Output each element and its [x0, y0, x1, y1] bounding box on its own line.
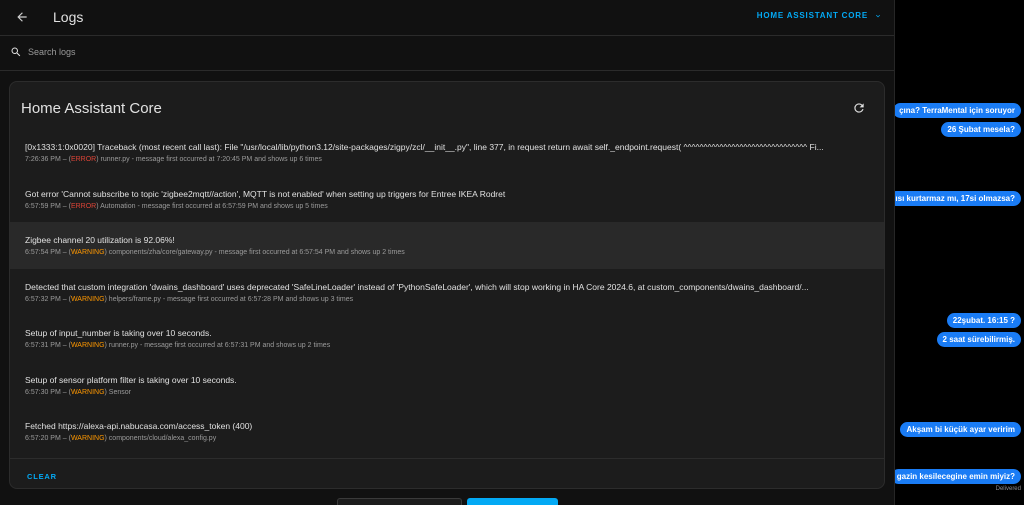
chat-bubble: gazin kesilecegine emin miyiz? — [895, 469, 1021, 484]
logs-panel: Logs HOME ASSISTANT CORE Home Assistant … — [0, 0, 894, 505]
log-entry[interactable]: Fetched https://alexa-api.nabucasa.com/a… — [10, 408, 884, 455]
chevron-down-icon — [876, 14, 880, 17]
log-meta: 7:26:36 PM – (ERROR) runner.py - message… — [25, 156, 322, 163]
log-meta: 6:57:20 PM – (WARNING) components/cloud/… — [25, 435, 217, 442]
chat-bubble: 22şubat. 16:15 ? — [946, 313, 1021, 328]
log-message: Setup of input_number is taking over 10 … — [25, 328, 212, 338]
download-logs-button[interactable] — [467, 498, 558, 505]
log-source: helpers/frame.py — [108, 295, 161, 303]
log-message: Fetched https://alexa-api.nabucasa.com/a… — [25, 421, 253, 431]
log-source-dropdown[interactable]: HOME ASSISTANT CORE — [757, 11, 882, 20]
chat-bubble: 26 Şubat mesela? — [941, 122, 1021, 137]
log-message: Got error 'Cannot subscribe to topic 'zi… — [25, 188, 506, 199]
log-source: runner.py — [108, 342, 138, 349]
log-list: [0x1333:1:0x0020] Traceback (most recent… — [10, 129, 884, 455]
log-message: [0x1333:1:0x0020] Traceback (most recent… — [25, 142, 824, 152]
back-button[interactable] — [14, 9, 30, 25]
refresh-icon — [854, 103, 864, 113]
log-entry[interactable]: [0x1333:1:0x0020] Traceback (most recent… — [10, 129, 884, 176]
log-level: ERROR — [70, 202, 97, 210]
show-raw-logs-button[interactable] — [337, 498, 462, 505]
log-detail: - message first occurred at 6:57:59 PM a… — [137, 202, 328, 210]
chat-bubble: Akşam bi küçük ayar veririm — [900, 422, 1021, 437]
toolbar-divider — [0, 35, 894, 36]
log-entry[interactable]: Got error 'Cannot subscribe to topic 'zi… — [10, 176, 884, 223]
log-detail: - message first occurred at 6:57:54 PM a… — [214, 249, 405, 256]
log-entry-highlighted[interactable]: Zigbee channel 20 utilization is 92.06%!… — [10, 222, 884, 269]
log-source: runner.py — [100, 156, 130, 163]
log-message: Setup of sensor platform filter is takin… — [25, 374, 237, 385]
messages-overlay: çına? TerraMental için soruyor 26 Şubat … — [894, 0, 1024, 505]
clear-button[interactable]: CLEAR — [27, 472, 57, 481]
log-meta: 6:57:59 PM – (ERROR) Automation - messag… — [25, 202, 328, 210]
search-divider — [0, 70, 894, 71]
delivered-status: Delivered — [995, 486, 1021, 492]
log-detail: - message first occurred at 7:20:45 PM a… — [131, 156, 322, 163]
log-source: components/zha/core/gateway.py — [108, 249, 213, 256]
arrow-left-icon — [17, 12, 27, 22]
log-meta: 6:57:54 PM – (WARNING) components/zha/co… — [25, 249, 405, 256]
log-entry[interactable]: Setup of input_number is taking over 10 … — [10, 315, 884, 362]
log-time: 7:26:36 PM — [25, 156, 61, 163]
log-detail: - message first occurred at 6:57:28 PM a… — [162, 295, 354, 303]
log-meta: 6:57:30 PM – (WARNING) Sensor — [25, 388, 131, 396]
log-detail: - message first occurred at 6:57:31 PM a… — [139, 342, 331, 349]
log-level: WARNING — [70, 388, 105, 396]
log-time: 6:57:59 PM — [25, 202, 61, 210]
log-level: ERROR — [70, 156, 97, 163]
log-level: WARNING — [70, 249, 105, 256]
log-source: Automation — [100, 202, 136, 210]
log-time: 6:57:30 PM — [25, 388, 61, 396]
card-actions: CLEAR — [10, 458, 884, 488]
refresh-button[interactable] — [852, 101, 866, 115]
log-time: 6:57:32 PM — [25, 295, 61, 303]
search-icon — [11, 47, 21, 57]
card-title: Home Assistant Core — [21, 100, 162, 117]
log-meta: 6:57:31 PM – (WARNING) runner.py - messa… — [25, 342, 331, 349]
log-time: 6:57:20 PM — [25, 435, 61, 442]
chat-bubble: 2 saat sürebilirmiş. — [936, 332, 1021, 347]
log-message: Detected that custom integration 'dwains… — [25, 281, 809, 292]
log-entry[interactable]: Detected that custom integration 'dwains… — [10, 269, 884, 316]
log-meta: 6:57:32 PM – (WARNING) helpers/frame.py … — [25, 295, 354, 303]
log-time: 6:57:54 PM — [25, 249, 61, 256]
log-source: Sensor — [108, 388, 131, 396]
page-title: Logs — [53, 9, 84, 25]
log-card: Home Assistant Core [0x1333:1:0x0020] Tr… — [9, 81, 885, 489]
log-level: WARNING — [70, 295, 105, 303]
log-message: Zigbee channel 20 utilization is 92.06%! — [25, 235, 175, 245]
log-entry[interactable]: Setup of sensor platform filter is takin… — [10, 362, 884, 409]
log-source-label: HOME ASSISTANT CORE — [756, 11, 868, 20]
chat-bubble: çına? TerraMental için soruyor — [895, 103, 1021, 118]
search-input[interactable] — [28, 44, 628, 60]
log-time: 6:57:31 PM — [25, 342, 61, 349]
log-level: WARNING — [70, 342, 105, 349]
log-level: WARNING — [70, 435, 105, 442]
log-source: components/cloud/alexa_config.py — [108, 435, 217, 442]
chat-bubble: ısı kurtarmaz mı, 17si olmazsa? — [895, 191, 1021, 206]
